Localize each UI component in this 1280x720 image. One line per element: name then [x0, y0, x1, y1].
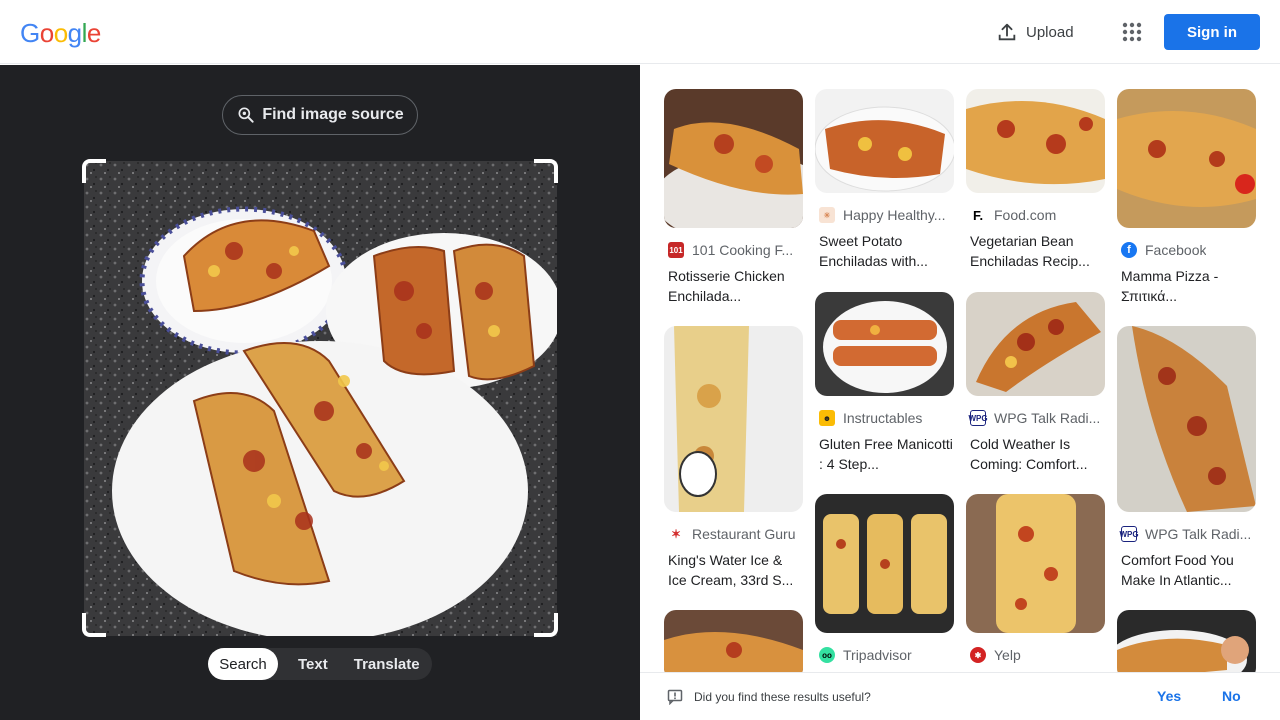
tab-text[interactable]: Text: [278, 648, 342, 680]
upload-button[interactable]: Upload: [990, 16, 1080, 48]
query-image[interactable]: [84, 161, 557, 636]
result-thumbnail[interactable]: [1117, 610, 1256, 672]
wpg-favicon: WPG: [968, 410, 988, 426]
result-card[interactable]: WPG WPG Talk Radi... Comfort Food You Mak…: [1117, 326, 1256, 590]
result-card[interactable]: [1117, 610, 1256, 672]
find-image-source-label: Find image source: [262, 106, 404, 123]
result-card[interactable]: [664, 610, 803, 672]
feedback-question: Did you find these results useful?: [694, 689, 871, 704]
result-title: Comfort Food You Make In Atlantic...: [1121, 552, 1234, 588]
result-thumbnail[interactable]: [664, 610, 803, 672]
google-logo[interactable]: Google: [20, 18, 101, 49]
upload-label: Upload: [1026, 23, 1074, 41]
result-title: Cold Weather Is Coming: Comfort...: [970, 436, 1088, 472]
result-thumbnail[interactable]: [966, 292, 1105, 396]
result-source: Happy Healthy...: [843, 207, 946, 223]
google-apps-button[interactable]: [1116, 16, 1148, 48]
result-title: Rotisserie Chicken Enchilada...: [668, 268, 785, 304]
tab-search[interactable]: Search: [208, 648, 278, 680]
logo-letter-g: G: [20, 18, 40, 48]
result-thumbnail[interactable]: [815, 89, 954, 193]
result-title: Vegetarian Bean Enchiladas Recip...: [970, 233, 1090, 269]
101-cooking-favicon: 101: [668, 242, 684, 258]
result-card[interactable]: F. Food.com Vegetarian Bean Enchiladas Re…: [966, 89, 1105, 271]
facebook-icon: f: [1121, 242, 1137, 258]
result-card[interactable]: 101 101 Cooking F... Rotisserie Chicken E…: [664, 89, 803, 306]
tab-translate[interactable]: Translate: [342, 648, 432, 680]
result-card[interactable]: ✶ Restaurant Guru King's Water Ice & Ice …: [664, 326, 803, 590]
crop-handle-bottom-left[interactable]: [82, 613, 106, 637]
result-title: King's Water Ice & Ice Cream, 33rd S...: [668, 552, 794, 588]
yelp-favicon: ✱: [970, 647, 986, 663]
result-card[interactable]: ☀ Happy Healthy... Sweet Potato Enchilada…: [815, 89, 954, 271]
result-title: Gluten Free Manicotti : 4 Step...: [819, 436, 953, 472]
result-title: Mamma Pizza - Σπιτικά...: [1121, 268, 1219, 304]
result-thumbnail[interactable]: [815, 494, 954, 633]
crop-handle-bottom-right[interactable]: [534, 613, 558, 637]
lens-mode-tabs: Search Text Translate: [208, 648, 432, 680]
result-thumbnail[interactable]: [664, 89, 803, 228]
result-title: Sweet Potato Enchiladas with...: [819, 233, 928, 269]
instructables-favicon: ☻: [819, 410, 835, 426]
result-source: Food.com: [994, 207, 1057, 223]
result-card[interactable]: WPG WPG Talk Radi... Cold Weather Is Comi…: [966, 292, 1105, 474]
result-card[interactable]: ☻ Instructables Gluten Free Manicotti : 4…: [815, 292, 954, 474]
logo-letter-e: e: [86, 18, 101, 48]
result-thumbnail[interactable]: [966, 494, 1105, 633]
result-card[interactable]: f Facebook Mamma Pizza - Σπιτικά...: [1117, 89, 1256, 306]
result-thumbnail[interactable]: [815, 292, 954, 396]
result-thumbnail[interactable]: [966, 89, 1105, 193]
logo-letter-o1: o: [39, 18, 54, 48]
result-thumbnail[interactable]: [664, 326, 803, 512]
crop-handle-top-right[interactable]: [534, 159, 558, 183]
tripadvisor-favicon: oo: [819, 647, 835, 663]
result-source: Instructables: [843, 410, 923, 426]
feedback-yes-button[interactable]: Yes: [1157, 688, 1181, 704]
result-source: Restaurant Guru: [692, 526, 796, 542]
food-com-favicon: F.: [970, 207, 986, 223]
upload-icon: [998, 23, 1016, 41]
logo-letter-g2: g: [67, 18, 82, 48]
logo-letter-o2: o: [53, 18, 68, 48]
result-thumbnail[interactable]: [1117, 326, 1256, 512]
result-source: Yelp: [994, 647, 1021, 663]
happy-healthy-favicon: ☀: [819, 207, 835, 223]
result-source: 101 Cooking F...: [692, 242, 794, 258]
result-source: WPG Talk Radi...: [1145, 526, 1252, 542]
visual-matches-grid: 101 101 Cooking F... Rotisserie Chicken E…: [640, 65, 1280, 672]
feedback-no-button[interactable]: No: [1222, 688, 1241, 704]
find-image-source-button[interactable]: Find image source: [222, 95, 418, 135]
crop-handle-top-left[interactable]: [82, 159, 106, 183]
result-card[interactable]: oo Tripadvisor: [815, 494, 954, 663]
result-source: Tripadvisor: [843, 647, 912, 663]
top-bar: Google Upload Sign in: [0, 0, 1280, 64]
feedback-icon: [667, 689, 683, 705]
apps-grid-icon: [1122, 22, 1142, 42]
result-source: WPG Talk Radi...: [994, 410, 1101, 426]
feedback-bar: Did you find these results useful? Yes N…: [640, 672, 1280, 720]
wpg-favicon: WPG: [1119, 526, 1139, 542]
lens-image-panel: Find image source Search Text Translate: [0, 65, 640, 720]
restaurant-guru-favicon: ✶: [668, 526, 684, 542]
result-card[interactable]: ✱ Yelp: [966, 494, 1105, 663]
result-thumbnail[interactable]: [1117, 89, 1256, 228]
result-source: Facebook: [1145, 242, 1207, 258]
lens-search-icon: [238, 107, 254, 123]
sign-in-button[interactable]: Sign in: [1164, 14, 1260, 50]
